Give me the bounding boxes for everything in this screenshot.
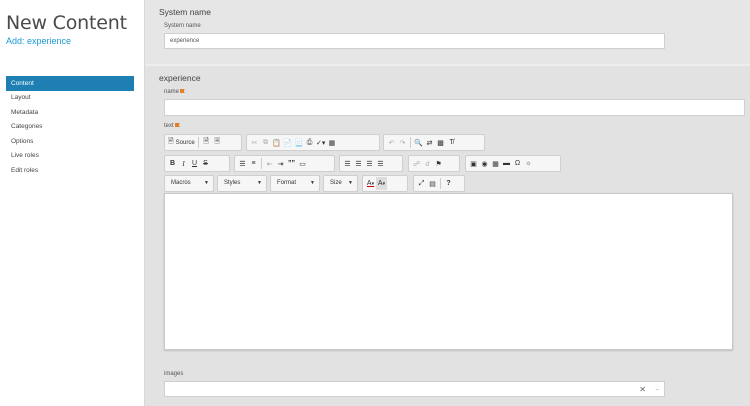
anchor-flag-icon[interactable]: ⚑ xyxy=(433,157,444,170)
text-color-button[interactable]: A ▾ xyxy=(365,177,376,190)
sidebar-menu: Content Layout Metadata Categories Optio… xyxy=(6,76,134,179)
styles-dropdown[interactable]: Styles ▼ xyxy=(217,175,267,192)
source-button[interactable]: 🗎 Source xyxy=(167,136,196,149)
text-label: text: xyxy=(164,123,181,129)
images-label: images xyxy=(164,371,184,377)
image-icon[interactable]: ▣ xyxy=(468,157,479,170)
unlink-icon[interactable]: ☌ xyxy=(422,157,433,170)
sidebar-item-edit-roles[interactable]: Edit roles xyxy=(6,164,134,179)
remove-format-icon[interactable]: T̸ xyxy=(446,136,457,149)
strike-button[interactable]: S xyxy=(200,157,211,170)
select-all-icon[interactable]: ▩ xyxy=(435,136,446,149)
bulleted-list-icon[interactable]: ≡ xyxy=(248,157,259,170)
sidebar-item-options[interactable]: Options xyxy=(6,135,134,150)
redo-icon[interactable]: ↷ xyxy=(397,136,408,149)
flash-icon[interactable]: ◉ xyxy=(479,157,490,170)
toolbar-group-edit: ↶ ↷ 🔍 ⇄ ▩ T̸ xyxy=(383,134,485,151)
outdent-icon[interactable]: ⇤ xyxy=(264,157,275,170)
format-dropdown[interactable]: Format ▼ xyxy=(270,175,320,192)
toolbar-group-paragraph: ☰ ≡ ⇤ ⇥ ”” ▭ xyxy=(234,155,335,172)
bg-color-button[interactable]: A ▾ xyxy=(376,177,387,190)
toolbar-group-colors: A ▾ A ▾ xyxy=(362,175,408,192)
page-title: New Content xyxy=(6,12,127,34)
print-icon[interactable]: ⎙ xyxy=(304,136,315,149)
images-select[interactable]: ✕ – xyxy=(164,381,665,397)
macros-dropdown[interactable]: Macros ▼ xyxy=(164,175,214,192)
paste-icon[interactable]: 📋 xyxy=(271,136,282,149)
sidebar-item-categories[interactable]: Categories xyxy=(6,120,134,135)
indent-icon[interactable]: ⇥ xyxy=(275,157,286,170)
div-icon[interactable]: ▭ xyxy=(297,157,308,170)
rich-text-editor[interactable] xyxy=(164,193,733,350)
page-subtitle: Add: experience xyxy=(6,36,72,46)
spellcheck-icon[interactable]: ✓▾ xyxy=(315,136,326,149)
italic-button[interactable]: I xyxy=(178,157,189,170)
main-panel: System name System name experience exper… xyxy=(145,0,750,406)
toolbar-group-links: ☍ ☌ ⚑ xyxy=(408,155,460,172)
show-blocks-icon[interactable]: ▤ xyxy=(427,177,438,190)
sidebar-item-metadata[interactable]: Metadata xyxy=(6,106,134,121)
toolbar-group-basic: B I U S xyxy=(164,155,230,172)
underline-button[interactable]: U xyxy=(189,157,200,170)
chevron-down-icon: ▼ xyxy=(348,180,353,186)
system-name-label: System name xyxy=(164,23,201,29)
clear-icon[interactable]: ✕ xyxy=(639,383,646,397)
name-input[interactable] xyxy=(164,99,745,116)
chevron-down-icon: ▼ xyxy=(310,180,315,186)
chevron-down-icon: ▼ xyxy=(204,180,209,186)
toolbar-group-document: 🗎 Source 🗎 🗏 xyxy=(164,134,242,151)
size-dropdown[interactable]: Size ▼ xyxy=(323,175,358,192)
template-icon[interactable]: ▦ xyxy=(326,136,337,149)
copy-icon[interactable]: ⧉ xyxy=(260,136,271,149)
toolbar-group-clipboard: ✂ ⧉ 📋 📄 📃 ⎙ ✓▾ ▦ xyxy=(246,134,380,151)
sidebar: New Content Add: experience Content Layo… xyxy=(0,0,145,406)
source-icon: 🗎 xyxy=(168,138,174,145)
chevron-down-icon: ▼ xyxy=(257,180,262,186)
toolbar-group-align: ☰ ☰ ☰ ☰ xyxy=(339,155,403,172)
bold-button[interactable]: B xyxy=(167,157,178,170)
table-icon[interactable]: ▦ xyxy=(490,157,501,170)
paste-word-icon[interactable]: 📃 xyxy=(293,136,304,149)
sidebar-item-content[interactable]: Content xyxy=(6,76,134,91)
find-icon[interactable]: 🔍 xyxy=(413,136,424,149)
align-justify-icon[interactable]: ☰ xyxy=(375,157,386,170)
replace-icon[interactable]: ⇄ xyxy=(424,136,435,149)
link-icon[interactable]: ☍ xyxy=(411,157,422,170)
paste-text-icon[interactable]: 📄 xyxy=(282,136,293,149)
content-section-title: experience xyxy=(159,73,201,83)
sidebar-item-layout[interactable]: Layout xyxy=(6,91,134,106)
new-page-button[interactable]: 🗏 xyxy=(212,136,223,149)
system-section-title: System name xyxy=(159,7,211,17)
system-name-section: System name System name experience xyxy=(145,0,750,64)
required-icon xyxy=(174,123,179,128)
sidebar-item-live-roles[interactable]: Live roles xyxy=(6,149,134,164)
align-left-icon[interactable]: ☰ xyxy=(342,157,353,170)
required-icon xyxy=(180,89,185,94)
cut-icon[interactable]: ✂ xyxy=(249,136,260,149)
save-template-button[interactable]: 🗎 xyxy=(201,136,212,149)
horizontal-rule-icon[interactable]: ▬ xyxy=(501,157,512,170)
name-label: name: xyxy=(164,89,186,95)
align-right-icon[interactable]: ☰ xyxy=(364,157,375,170)
special-char-button[interactable]: Ω xyxy=(512,157,523,170)
blockquote-button[interactable]: ”” xyxy=(286,157,297,170)
undo-icon[interactable]: ↶ xyxy=(386,136,397,149)
maximize-icon[interactable]: ⤢ xyxy=(416,177,427,190)
help-button[interactable]: ? xyxy=(443,177,454,190)
system-name-input[interactable]: experience xyxy=(164,33,665,49)
toolbar-group-tools: ⤢ ▤ ? xyxy=(413,175,465,192)
align-center-icon[interactable]: ☰ xyxy=(353,157,364,170)
iframe-icon[interactable]: ☼ xyxy=(523,157,534,170)
chevron-down-icon[interactable]: – xyxy=(656,383,659,397)
toolbar-group-insert: ▣ ◉ ▦ ▬ Ω ☼ xyxy=(465,155,561,172)
numbered-list-icon[interactable]: ☰ xyxy=(237,157,248,170)
